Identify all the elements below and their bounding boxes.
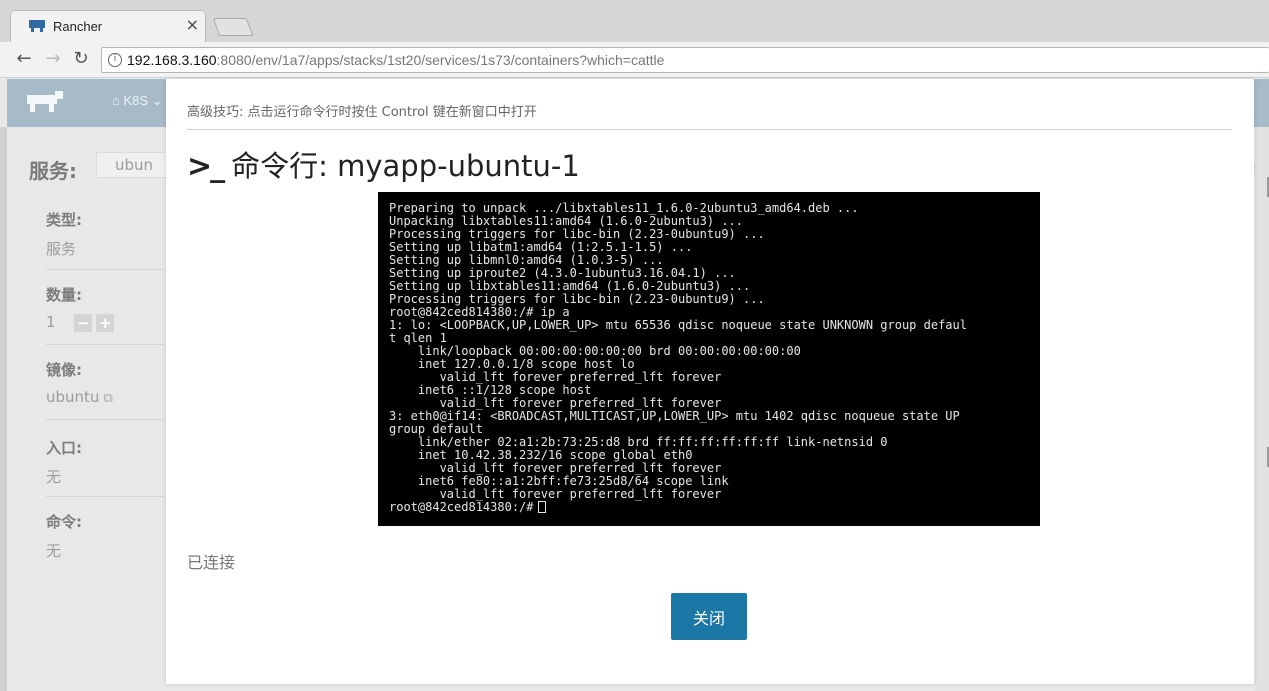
divider (46, 496, 164, 497)
close-button[interactable]: 关闭 (671, 593, 747, 640)
terminal-line: 3: eth0@if14: <BROADCAST,MULTICAST,UP,LO… (389, 409, 960, 423)
connection-status: 已连接 (187, 553, 236, 572)
browser-toolbar: ← → ↻ i 192.168.3.160:8080/env/1a7/apps/… (0, 42, 1269, 78)
copy-icon[interactable]: ⧉ (103, 391, 112, 406)
terminal-output: Preparing to unpack .../libxtables11_1.6… (389, 202, 1031, 501)
scale-increment-button[interactable]: + (96, 313, 115, 332)
field-entrypoint: 入口: 无 (46, 437, 164, 487)
field-label: 命令: (46, 513, 82, 531)
environment-name: K8S (123, 93, 149, 108)
terminal-screen[interactable]: Preparing to unpack .../libxtables11_1.6… (378, 192, 1040, 526)
field-image: 镜像: ubuntu ⧉ (46, 359, 164, 406)
divider (46, 344, 164, 345)
divider (46, 269, 164, 270)
forward-arrow-icon[interactable]: → (42, 48, 64, 70)
advanced-tip: 高级技巧: 点击运行命令行时按住 Control 键在新窗口中打开 (187, 105, 537, 120)
field-label: 数量: (46, 286, 82, 304)
field-label: 镜像: (46, 361, 82, 379)
reload-icon[interactable]: ↻ (70, 48, 92, 70)
scale-decrement-button[interactable]: − (74, 313, 93, 332)
divider (46, 419, 164, 420)
field-value: 1 − + (46, 313, 164, 332)
environment-menu[interactable]: ⌂ K8S ⌄ (112, 93, 163, 109)
field-type: 类型: 服务 (46, 209, 164, 259)
field-command: 命令: 无 (46, 511, 164, 561)
left-gutter (0, 127, 7, 691)
site-info-icon[interactable]: i (108, 53, 122, 67)
rancher-favicon-icon (29, 20, 45, 32)
field-scale: 数量: 1 − + (46, 284, 164, 332)
service-heading: 服务: (29, 159, 77, 183)
image-value: ubuntu (46, 388, 100, 406)
field-label: 入口: (46, 439, 82, 457)
page-scrollbar[interactable] (1255, 127, 1269, 691)
terminal-line: 1: lo: <LOOPBACK,UP,LOWER_UP> mtu 65536 … (389, 318, 967, 332)
terminal-cursor (537, 501, 546, 513)
modal-title: >_ 命令行: myapp-ubuntu-1 (187, 143, 580, 185)
field-value: 服务 (46, 240, 77, 258)
terminal-prompt: root@842ced814380:/# (389, 500, 534, 514)
url-path: :8080/env/1a7/apps/stacks/1st20/services… (216, 52, 665, 68)
new-tab-button[interactable] (212, 18, 254, 36)
scale-value: 1 (46, 313, 56, 331)
divider (187, 129, 1232, 130)
rancher-logo-icon[interactable] (25, 91, 65, 113)
back-arrow-icon[interactable]: ← (13, 48, 35, 70)
field-value: 无 (46, 468, 62, 486)
service-name-chip[interactable]: ubun (96, 152, 168, 178)
field-value: 无 (46, 542, 62, 560)
modal-title-text: 命令行: myapp-ubuntu-1 (231, 149, 580, 183)
terminal-icon: >_ (187, 149, 225, 184)
field-value: ubuntu ⧉ (46, 388, 164, 406)
tab-title: Rancher (53, 19, 103, 34)
shell-modal: 高级技巧: 点击运行命令行时按住 Control 键在新窗口中打开 >_ 命令行:… (166, 79, 1254, 684)
url-text: 192.168.3.160:8080/env/1a7/apps/stacks/1… (127, 52, 664, 68)
url-host: 192.168.3.160 (127, 52, 217, 68)
terminal-prompt-line: root@842ced814380:/# (389, 501, 1031, 514)
tab-close-icon[interactable]: × (186, 15, 199, 34)
browser-tabstrip: Rancher × (0, 0, 1269, 43)
field-label: 类型: (46, 211, 82, 229)
address-bar[interactable]: i 192.168.3.160:8080/env/1a7/apps/stacks… (101, 47, 1269, 73)
browser-tab-rancher[interactable]: Rancher × (10, 10, 206, 43)
